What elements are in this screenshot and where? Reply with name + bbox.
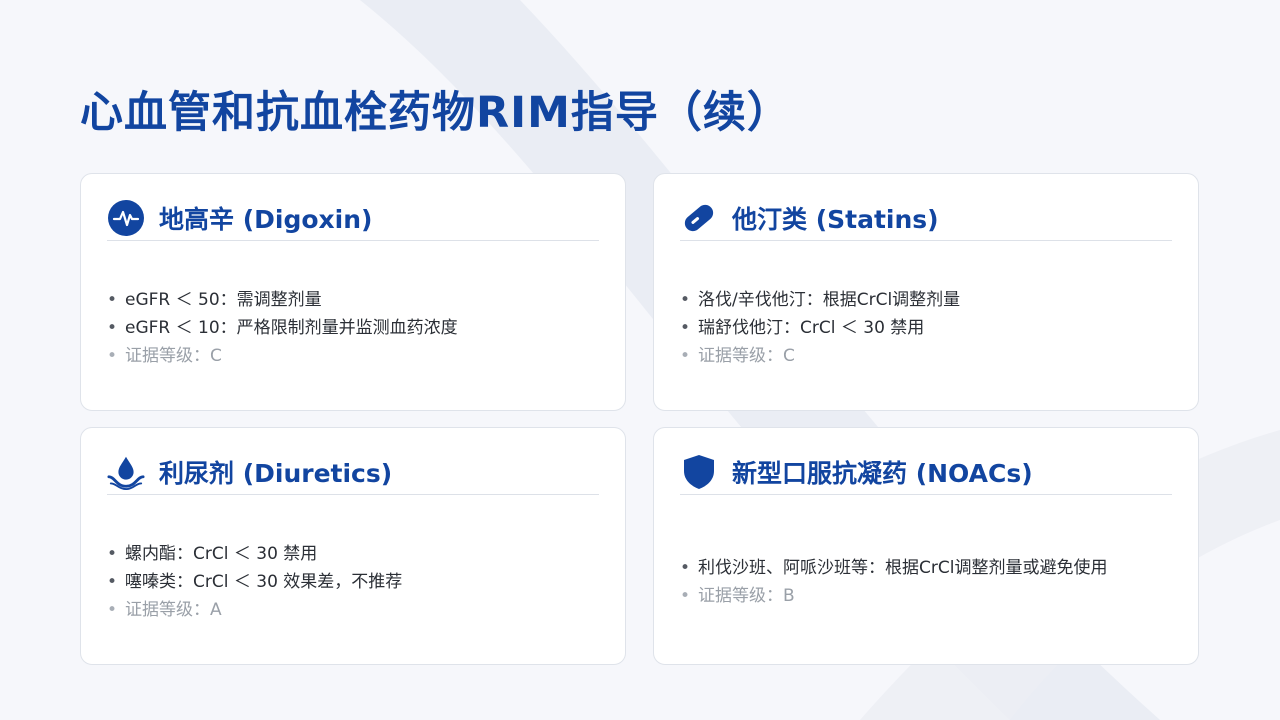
pill-icon <box>680 199 718 237</box>
card-header: 地高辛 (Digoxin) <box>107 196 599 241</box>
list-item: 洛伐/辛伐他汀：根据CrCl调整剂量 <box>680 286 1178 314</box>
list-item: 瑞舒伐他汀：CrCl ＜ 30 禁用 <box>680 314 1178 342</box>
list-item: eGFR ＜ 50：需调整剂量 <box>107 286 605 314</box>
evidence-level: 证据等级：C <box>680 342 1178 370</box>
card-noacs: 新型口服抗凝药 (NOACs) 利伐沙班、阿哌沙班等：根据CrCl调整剂量或避免… <box>653 427 1199 665</box>
list-item: eGFR ＜ 10：严格限制剂量并监测血药浓度 <box>107 314 605 342</box>
evidence-level: 证据等级：C <box>107 342 605 370</box>
bullet-list: 螺内酯：CrCl ＜ 30 禁用 噻嗪类：CrCl ＜ 30 效果差，不推荐 证… <box>107 540 605 624</box>
bullet-list: 利伐沙班、阿哌沙班等：根据CrCl调整剂量或避免使用 证据等级：B <box>680 554 1178 610</box>
card-header: 新型口服抗凝药 (NOACs) <box>680 450 1172 495</box>
evidence-level: 证据等级：A <box>107 596 605 624</box>
bullet-list: eGFR ＜ 50：需调整剂量 eGFR ＜ 10：严格限制剂量并监测血药浓度 … <box>107 286 605 370</box>
bullet-list: 洛伐/辛伐他汀：根据CrCl调整剂量 瑞舒伐他汀：CrCl ＜ 30 禁用 证据… <box>680 286 1178 370</box>
page-title: 心血管和抗血栓药物RIM指导（续） <box>80 88 791 138</box>
heartbeat-icon <box>107 199 145 237</box>
card-diuretics: 利尿剂 (Diuretics) 螺内酯：CrCl ＜ 30 禁用 噻嗪类：CrC… <box>80 427 626 665</box>
list-item: 利伐沙班、阿哌沙班等：根据CrCl调整剂量或避免使用 <box>680 554 1178 582</box>
list-item: 螺内酯：CrCl ＜ 30 禁用 <box>107 540 605 568</box>
card-title: 地高辛 (Digoxin) <box>159 205 373 234</box>
evidence-level: 证据等级：B <box>680 582 1178 610</box>
shield-icon <box>680 453 718 491</box>
card-title: 利尿剂 (Diuretics) <box>159 459 393 488</box>
card-title: 新型口服抗凝药 (NOACs) <box>732 459 1033 488</box>
card-digoxin: 地高辛 (Digoxin) eGFR ＜ 50：需调整剂量 eGFR ＜ 10：… <box>80 173 626 411</box>
card-title: 他汀类 (Statins) <box>732 205 939 234</box>
card-header: 利尿剂 (Diuretics) <box>107 450 599 495</box>
water-drop-icon <box>107 453 145 491</box>
card-statins: 他汀类 (Statins) 洛伐/辛伐他汀：根据CrCl调整剂量 瑞舒伐他汀：C… <box>653 173 1199 411</box>
list-item: 噻嗪类：CrCl ＜ 30 效果差，不推荐 <box>107 568 605 596</box>
card-header: 他汀类 (Statins) <box>680 196 1172 241</box>
